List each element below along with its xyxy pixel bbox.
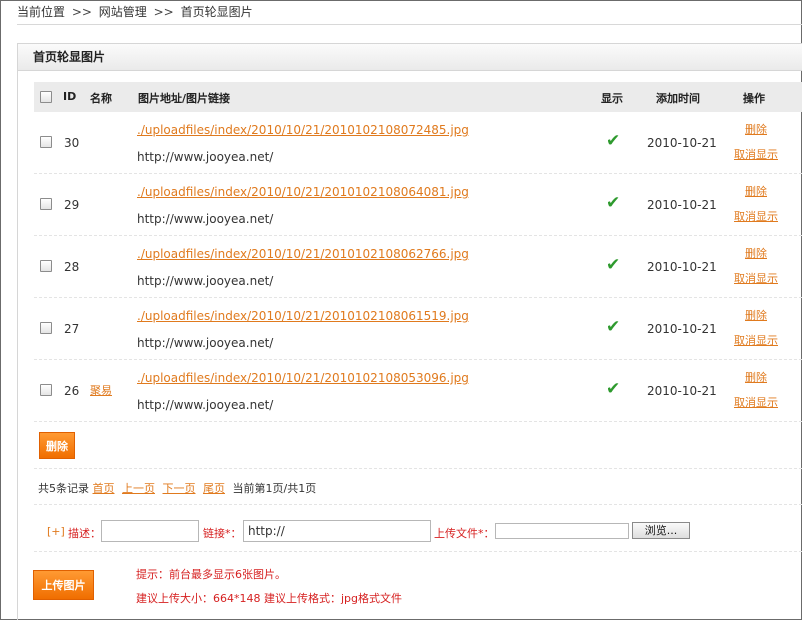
row-checkbox[interactable] bbox=[40, 260, 52, 272]
row-date: 2010-10-21 bbox=[647, 384, 717, 398]
shown-check-icon: ✔ bbox=[606, 255, 621, 275]
column-header-show: 显示 bbox=[601, 92, 623, 105]
upload-image-button[interactable]: 上传图片 bbox=[33, 570, 94, 600]
divider bbox=[34, 504, 802, 505]
row-checkbox[interactable] bbox=[40, 384, 52, 396]
prev-page-link[interactable]: 上一页 bbox=[122, 482, 155, 495]
row-hide-link[interactable]: 取消显示 bbox=[734, 270, 778, 286]
shown-check-icon: ✔ bbox=[606, 379, 621, 399]
image-link-url: http://www.jooyea.net/ bbox=[137, 274, 274, 288]
shown-check-icon: ✔ bbox=[606, 193, 621, 213]
row-checkbox[interactable] bbox=[40, 198, 52, 210]
link-input[interactable] bbox=[243, 520, 431, 542]
row-delete-link[interactable]: 删除 bbox=[745, 183, 767, 199]
image-path-link[interactable]: ./uploadfiles/index/2010/10/21/201010210… bbox=[137, 123, 469, 137]
expand-plus-icon[interactable]: [+] bbox=[47, 525, 65, 538]
row-hide-link[interactable]: 取消显示 bbox=[734, 394, 778, 410]
row-id: 28 bbox=[64, 260, 80, 274]
row-id: 26 bbox=[64, 384, 80, 398]
image-link-url: http://www.jooyea.net/ bbox=[137, 398, 274, 412]
divider bbox=[34, 551, 802, 552]
table-row: 30 ./uploadfiles/index/2010/10/21/201010… bbox=[34, 112, 802, 174]
row-id: 30 bbox=[64, 136, 80, 150]
row-delete-link[interactable]: 删除 bbox=[745, 307, 767, 323]
table-row: 28 ./uploadfiles/index/2010/10/21/201010… bbox=[34, 236, 802, 298]
browse-button[interactable]: 浏览... bbox=[632, 522, 690, 539]
image-path-link[interactable]: ./uploadfiles/index/2010/10/21/201010210… bbox=[137, 371, 469, 385]
row-hide-link[interactable]: 取消显示 bbox=[734, 146, 778, 162]
link-label: 链接*： bbox=[203, 527, 242, 540]
file-path-field[interactable] bbox=[495, 523, 629, 539]
row-delete-link[interactable]: 删除 bbox=[745, 245, 767, 261]
file-label: 上传文件*： bbox=[434, 527, 495, 540]
row-id: 27 bbox=[64, 322, 80, 336]
column-header-id: ID bbox=[63, 90, 77, 103]
shown-check-icon: ✔ bbox=[606, 317, 621, 337]
image-path-link[interactable]: ./uploadfiles/index/2010/10/21/201010210… bbox=[137, 185, 469, 199]
row-id: 29 bbox=[64, 198, 80, 212]
table-header: ID 名称 图片地址/图片链接 显示 添加时间 操作 bbox=[34, 82, 802, 112]
table-row: 26 聚易 ./uploadfiles/index/2010/10/21/201… bbox=[34, 360, 802, 422]
column-header-url: 图片地址/图片链接 bbox=[138, 92, 231, 105]
image-path-link[interactable]: ./uploadfiles/index/2010/10/21/201010210… bbox=[137, 247, 469, 261]
panel-title: 首页轮显图片 bbox=[18, 44, 802, 71]
breadcrumb-item-current-location: 当前位置 bbox=[17, 5, 66, 19]
row-hide-link[interactable]: 取消显示 bbox=[734, 332, 778, 348]
record-count: 共5条记录 bbox=[38, 482, 89, 495]
image-link-url: http://www.jooyea.net/ bbox=[137, 150, 274, 164]
row-date: 2010-10-21 bbox=[647, 136, 717, 150]
breadcrumb-item-page: 首页轮显图片 bbox=[180, 5, 253, 19]
column-header-time: 添加时间 bbox=[656, 92, 700, 105]
shown-check-icon: ✔ bbox=[606, 131, 621, 151]
next-page-link[interactable]: 下一页 bbox=[163, 482, 196, 495]
breadcrumb: 当前位置 >> 网站管理 >> 首页轮显图片 bbox=[17, 3, 256, 20]
column-header-name: 名称 bbox=[90, 92, 112, 105]
breadcrumb-divider bbox=[17, 24, 802, 25]
row-date: 2010-10-21 bbox=[647, 322, 717, 336]
breadcrumb-separator: >> bbox=[71, 5, 92, 19]
row-hide-link[interactable]: 取消显示 bbox=[734, 208, 778, 224]
upload-form: [+] 描述： 链接*： 上传文件*： 浏览... bbox=[47, 520, 787, 544]
last-page-link[interactable]: 尾页 bbox=[203, 482, 225, 495]
description-input[interactable] bbox=[101, 520, 199, 542]
row-name-link[interactable]: 聚易 bbox=[90, 382, 112, 398]
table-row: 29 ./uploadfiles/index/2010/10/21/201010… bbox=[34, 174, 802, 236]
page-status: 当前第1页/共1页 bbox=[232, 482, 317, 495]
batch-delete-button[interactable]: 删除 bbox=[39, 432, 75, 459]
row-delete-link[interactable]: 删除 bbox=[745, 369, 767, 385]
first-page-link[interactable]: 首页 bbox=[93, 482, 115, 495]
image-link-url: http://www.jooyea.net/ bbox=[137, 212, 274, 226]
row-checkbox[interactable] bbox=[40, 136, 52, 148]
image-link-url: http://www.jooyea.net/ bbox=[137, 336, 274, 350]
divider bbox=[34, 468, 802, 469]
row-delete-link[interactable]: 删除 bbox=[745, 121, 767, 137]
column-header-ops: 操作 bbox=[743, 92, 765, 105]
image-path-link[interactable]: ./uploadfiles/index/2010/10/21/201010210… bbox=[137, 309, 469, 323]
select-all-checkbox[interactable] bbox=[40, 91, 52, 103]
breadcrumb-item-site-management[interactable]: 网站管理 bbox=[99, 5, 147, 19]
row-date: 2010-10-21 bbox=[647, 198, 717, 212]
tip-max-images: 提示：前台最多显示6张图片。 bbox=[136, 568, 286, 581]
tip-size-format: 建议上传大小：664*148 建议上传格式：jpg格式文件 bbox=[136, 592, 403, 605]
table-row: 27 ./uploadfiles/index/2010/10/21/201010… bbox=[34, 298, 802, 360]
description-label: 描述： bbox=[68, 527, 101, 540]
row-checkbox[interactable] bbox=[40, 322, 52, 334]
row-date: 2010-10-21 bbox=[647, 260, 717, 274]
breadcrumb-separator: >> bbox=[153, 5, 174, 19]
carousel-panel: 首页轮显图片 ID 名称 图片地址/图片链接 显示 添加时间 操作 30 ./u… bbox=[17, 43, 802, 620]
pagination: 共5条记录 首页 上一页 下一页 尾页 当前第1页/共1页 bbox=[38, 480, 316, 496]
